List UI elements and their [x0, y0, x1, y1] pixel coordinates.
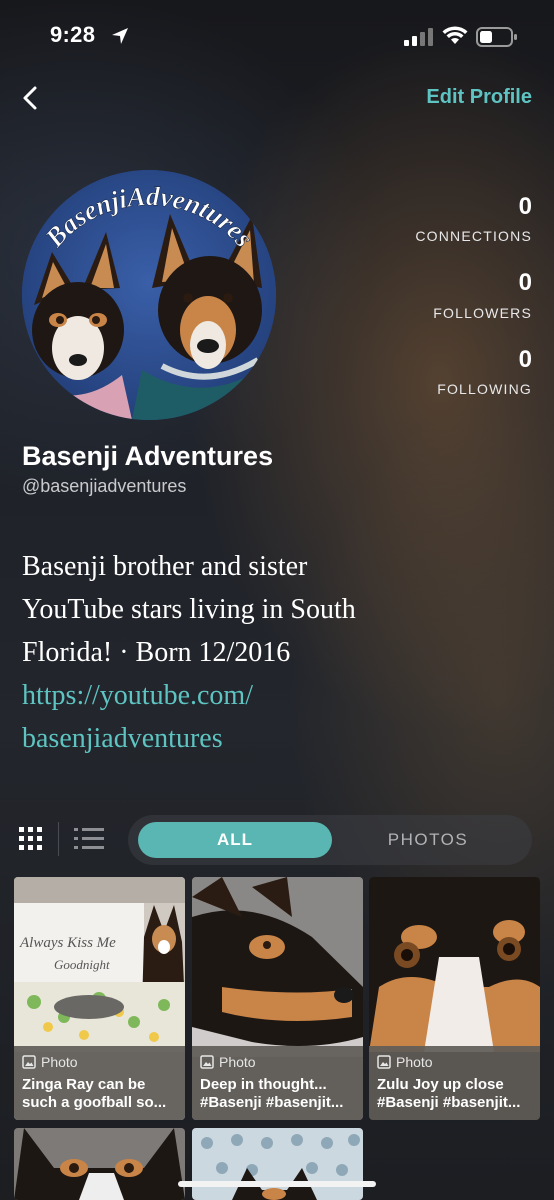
following-count[interactable]: 0	[519, 346, 532, 374]
youtube-link[interactable]: https://youtube.com/ basenjiadventures	[22, 674, 462, 760]
avatar-image: BasenjiAdventures	[22, 170, 276, 420]
profile-bio: Basenji brother and sister YouTube stars…	[22, 545, 462, 760]
link-line[interactable]: basenjiadventures	[22, 717, 462, 760]
status-time: 9:28	[50, 22, 96, 47]
location-arrow-icon	[112, 28, 128, 44]
post-card[interactable]: Photo Zulu Joy up close #Basenji #basenj…	[369, 877, 540, 1120]
connections-count[interactable]: 0	[519, 193, 532, 221]
caption-line: Zulu Joy up close	[377, 1076, 504, 1093]
post-type: Photo	[219, 1054, 256, 1070]
following-label[interactable]: FOLLOWING	[437, 381, 532, 397]
pillow-text: Always Kiss Me	[19, 935, 116, 951]
caption-line: Deep in thought...	[200, 1076, 327, 1093]
post-card[interactable]: Photo Deep in thought... #Basenji #basen…	[192, 877, 363, 1120]
list-view-icon[interactable]	[74, 828, 104, 850]
avatar[interactable]: BasenjiAdventures	[22, 170, 276, 420]
caption-line: Zinga Ray can be	[22, 1076, 146, 1093]
post-caption: Zulu Joy up close #Basenji #basenjit...	[377, 1076, 532, 1112]
cellular-signal-icon	[404, 28, 433, 46]
post-image	[192, 1128, 363, 1200]
battery-icon	[476, 27, 517, 47]
post-info: Photo Zinga Ray can be such a goofball s…	[14, 1046, 185, 1120]
profile-name: Basenji Adventures	[22, 441, 274, 471]
caption-line: such a goofball so...	[22, 1094, 167, 1111]
post-info: Photo Deep in thought... #Basenji #basen…	[192, 1046, 363, 1120]
caption-line: #Basenji #basenjit...	[377, 1094, 521, 1111]
bio-line: YouTube stars living in South	[22, 594, 356, 625]
post-card[interactable]	[192, 1128, 363, 1200]
chevron-left-icon	[23, 86, 37, 110]
toggle-divider	[58, 822, 59, 856]
photo-icon	[22, 1055, 36, 1069]
followers-label[interactable]: FOLLOWERS	[433, 305, 532, 321]
edit-profile-button[interactable]: Edit Profile	[426, 86, 532, 109]
link-line[interactable]: https://youtube.com/	[22, 674, 462, 717]
pillow-text: Goodnight	[54, 957, 110, 972]
grid-view-icon[interactable]	[18, 826, 44, 852]
home-indicator[interactable]	[178, 1181, 376, 1187]
back-button[interactable]	[14, 82, 46, 114]
tab-photos[interactable]: PHOTOS	[334, 822, 522, 858]
tab-all[interactable]: ALL	[138, 822, 332, 858]
post-type: Photo	[396, 1054, 433, 1070]
post-caption: Deep in thought... #Basenji #basenjit...	[200, 1076, 355, 1112]
connections-label[interactable]: CONNECTIONS	[415, 228, 532, 244]
post-type: Photo	[41, 1054, 78, 1070]
caption-line: #Basenji #basenjit...	[200, 1094, 344, 1111]
photo-icon	[200, 1055, 214, 1069]
photo-icon	[377, 1055, 391, 1069]
bio-line: Florida! · Born 12/2016	[22, 637, 291, 668]
bio-line: Basenji brother and sister	[22, 551, 308, 582]
profile-handle: @basenjiadventures	[22, 476, 187, 496]
wifi-icon	[442, 26, 468, 44]
post-caption: Zinga Ray can be such a goofball so...	[22, 1076, 177, 1112]
followers-count[interactable]: 0	[519, 269, 532, 297]
post-image	[14, 1128, 185, 1200]
post-card[interactable]: Always Kiss Me Goodnight Photo Zinga Ray…	[14, 877, 185, 1120]
post-card[interactable]	[14, 1128, 185, 1200]
post-info: Photo Zulu Joy up close #Basenji #basenj…	[369, 1046, 540, 1120]
